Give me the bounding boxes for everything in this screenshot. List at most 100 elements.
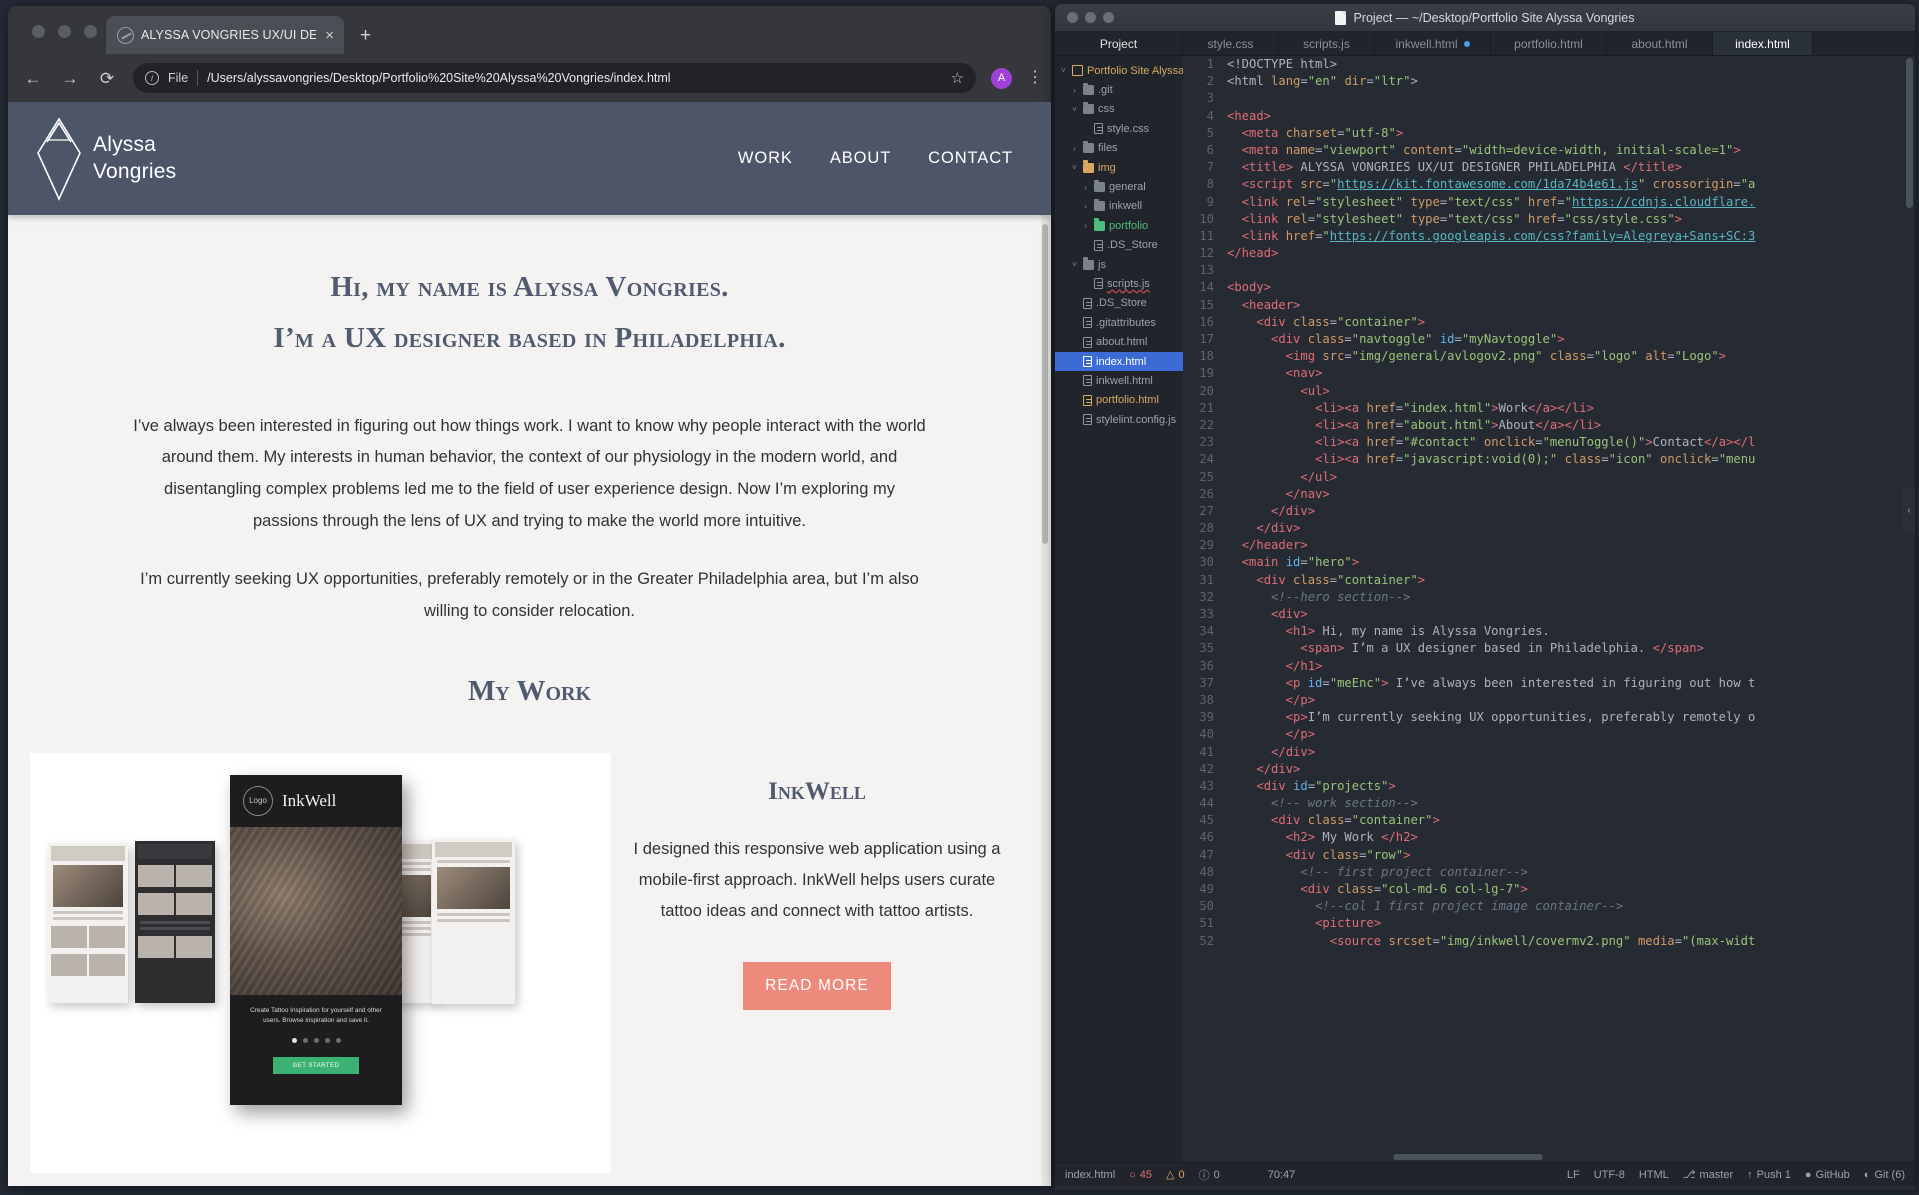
tree-item-css[interactable]: ˅ css [1055,100,1183,119]
status-language[interactable]: HTML [1639,1169,1669,1181]
code-line[interactable]: 36 </h1> [1183,658,1915,675]
disclosure-arrow-icon[interactable]: › [1081,183,1090,192]
code-horizontal-scrollbar[interactable] [1393,1154,1543,1160]
status-warning-count[interactable]: △ 0 [1166,1168,1185,1182]
code-line[interactable]: 18 <img src="img/general/avlogov2.png" c… [1183,348,1915,365]
code-line[interactable]: 31 <div class="container"> [1183,572,1915,589]
tree-item-index-html[interactable]: index.html [1055,351,1183,372]
disclosure-arrow-icon[interactable]: ˅ [1059,66,1068,75]
code-line[interactable]: 21 <li><a href="index.html">Work</a></li… [1183,400,1915,417]
bookmark-star-icon[interactable]: ☆ [951,69,964,87]
code-line[interactable]: 5 <meta charset="utf-8"> [1183,125,1915,142]
code-line[interactable]: 12 </head> [1183,245,1915,262]
tree-item-portfolio-site-alyssa-v[interactable]: ˅ Portfolio Site Alyssa V [1055,61,1194,80]
code-line[interactable]: 19 <nav> [1183,365,1915,382]
code-line[interactable]: 46 <h2> My Work </h2> [1183,829,1915,846]
tab-index-html[interactable]: index.html [1713,32,1813,55]
tab-project[interactable]: Project [1055,32,1183,55]
code-line[interactable]: 43 <div id="projects"> [1183,778,1915,795]
tree-item-inkwell[interactable]: › inkwell [1055,197,1183,216]
code-line[interactable]: 29 </header> [1183,537,1915,554]
tree-item-portfolio[interactable]: › portfolio [1055,216,1183,235]
tree-item--ds-store[interactable]: .DS_Store [1055,294,1183,313]
avatar[interactable]: A [991,67,1012,89]
address-bar[interactable]: i File /Users/alyssavongries/Desktop/Por… [133,63,976,93]
browser-tab[interactable]: ALYSSA VONGRIES UX/UI DESIG × [106,16,344,54]
code-line[interactable]: 30 <main id="hero"> [1183,554,1915,571]
code-line[interactable]: 45 <div class="container"> [1183,812,1915,829]
tree-item-files[interactable]: › files [1055,139,1183,158]
status-encoding[interactable]: UTF-8 [1594,1169,1625,1181]
code-line[interactable]: 50 <!--col 1 first project image contain… [1183,898,1915,915]
tab-about-html[interactable]: about.html [1607,32,1713,55]
status-info-count[interactable]: ⓘ 0 [1199,1167,1220,1183]
maximize-window-button[interactable] [84,25,97,38]
code-line[interactable]: 25 </ul> [1183,469,1915,486]
disclosure-arrow-icon[interactable]: ˅ [1070,105,1079,114]
code-line[interactable]: 22 <li><a href="about.html">About</a></l… [1183,417,1915,434]
code-line[interactable]: 52 <source srcset="img/inkwell/covermv2.… [1183,933,1915,950]
code-line[interactable]: 8 <script src="https://kit.fontawesome.c… [1183,176,1915,193]
reload-icon[interactable]: ⟳ [96,70,118,87]
code-line[interactable]: 32 <!--hero section--> [1183,589,1915,606]
code-line[interactable]: 2 <html lang="en" dir="ltr"> [1183,73,1915,90]
disclosure-arrow-icon[interactable]: › [1081,202,1090,211]
status-git[interactable]: ◐ Git (6) [1864,1169,1905,1181]
mock-carousel-dots[interactable] [230,1038,402,1044]
tree-item-scripts-js[interactable]: scripts.js [1055,274,1183,293]
code-line[interactable]: 35 <span> I’m a UX designer based in Phi… [1183,640,1915,657]
mock-get-started-button[interactable]: GET STARTED [273,1057,359,1075]
code-line[interactable]: 10 <link rel="stylesheet" type="text/css… [1183,211,1915,228]
code-line[interactable]: 9 <link rel="stylesheet" type="text/css"… [1183,194,1915,211]
code-line[interactable]: 6 <meta name="viewport" content="width=d… [1183,142,1915,159]
tab-scripts-js[interactable]: scripts.js [1279,32,1375,55]
code-line[interactable]: 20 <ul> [1183,383,1915,400]
collapse-panel-button[interactable]: ‹ [1902,488,1915,532]
code-line[interactable]: 40 </p> [1183,726,1915,743]
status-cursor-position[interactable]: 70:47 [1268,1169,1296,1181]
code-line[interactable]: 33 <div> [1183,606,1915,623]
code-line[interactable]: 7 <title> ALYSSA VONGRIES UX/UI DESIGNER… [1183,159,1915,176]
disclosure-arrow-icon[interactable]: › [1070,144,1079,153]
nav-item-contact[interactable]: CONTACT [928,149,1013,168]
status-git-branch[interactable]: ⎇ master [1683,1168,1733,1182]
code-line[interactable]: 27 </div> [1183,503,1915,520]
status-push[interactable]: ↑ Push 1 [1747,1169,1791,1181]
code-vertical-scrollbar[interactable] [1906,58,1913,208]
code-line[interactable]: 28 </div> [1183,520,1915,537]
editor-traffic-lights[interactable] [1067,12,1114,23]
code-line[interactable]: 34 <h1> Hi, my name is Alyssa Vongries. [1183,623,1915,640]
site-logo[interactable]: Alyssa Vongries [36,116,176,201]
code-line[interactable]: 11 <link href="https://fonts.googleapis.… [1183,228,1915,245]
more-menu-icon[interactable]: ⋮ [1027,70,1043,85]
page-scrollbar-thumb[interactable] [1042,224,1048,544]
disclosure-arrow-icon[interactable]: › [1070,86,1079,95]
code-line[interactable]: 3 [1183,90,1915,107]
tab-inkwell-html[interactable]: inkwell.html [1375,32,1491,55]
code-line[interactable]: 49 <div class="col-md-6 col-lg-7"> [1183,881,1915,898]
tree-item--gitattributes[interactable]: .gitattributes [1055,313,1183,332]
disclosure-arrow-icon[interactable]: › [1081,221,1090,230]
code-line[interactable]: 47 <div class="row"> [1183,847,1915,864]
nav-item-work[interactable]: WORK [738,149,793,168]
tree-item-portfolio-html[interactable]: portfolio.html [1055,391,1183,410]
tree-item-style-css[interactable]: style.css [1055,119,1183,138]
tree-item--git[interactable]: › .git [1055,80,1183,99]
code-line[interactable]: 41 </div> [1183,744,1915,761]
code-line[interactable]: 51 <picture> [1183,915,1915,932]
code-line[interactable]: 26 </nav> [1183,486,1915,503]
code-line[interactable]: 13 [1183,262,1915,279]
code-line[interactable]: 16 <div class="container"> [1183,314,1915,331]
nav-item-about[interactable]: ABOUT [830,149,891,168]
code-line[interactable]: 37 <p id="meEnc"> I’ve always been inter… [1183,675,1915,692]
tree-item-general[interactable]: › general [1055,177,1183,196]
page-scrollbar[interactable] [1041,102,1050,1186]
code-line[interactable]: 42 </div> [1183,761,1915,778]
editor-maximize-button[interactable] [1103,12,1114,23]
editor-close-button[interactable] [1067,12,1078,23]
file-tree[interactable]: ˅ Portfolio Site Alyssa V › .git ˅ css style.c… [1055,56,1195,1162]
new-tab-button[interactable]: + [360,26,371,45]
tree-item-stylelint-config-js[interactable]: stylelint.config.js [1055,410,1183,429]
minimize-window-button[interactable] [58,25,71,38]
code-line[interactable]: 1 <!DOCTYPE html> [1183,56,1915,73]
